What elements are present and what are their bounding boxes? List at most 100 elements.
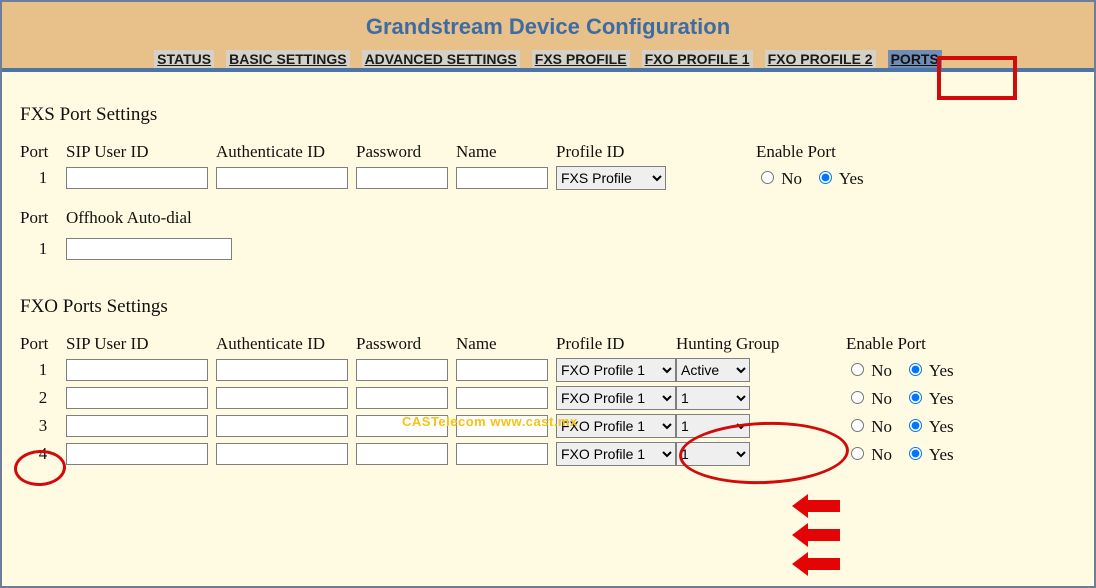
fxs-header-row: Port SIP User ID Authenticate ID Passwor…	[20, 142, 1076, 162]
fxo-enable-yes-radio[interactable]	[909, 447, 922, 460]
tab-basic[interactable]: BASIC SETTINGS	[226, 50, 349, 68]
fxo-password-input[interactable]	[356, 415, 448, 437]
fxo-port-number: 3	[20, 416, 66, 436]
fxo-row-4: 4 FXO Profile 1 1 No Yes	[20, 442, 1076, 466]
tab-fxs-profile[interactable]: FXS PROFILE	[532, 50, 630, 68]
fxo-enable-no-label: No	[871, 361, 892, 380]
fxs-offhook-row: 1	[20, 238, 1076, 260]
fxo-hunting-select[interactable]: 1	[676, 414, 750, 438]
fxo-enable-yes-radio[interactable]	[909, 391, 922, 404]
fxo-enable-no-radio[interactable]	[851, 363, 864, 376]
fxo-header-row: Port SIP User ID Authenticate ID Passwor…	[20, 334, 1076, 354]
fxo-port-number: 4	[20, 444, 66, 464]
fxo-profile-select[interactable]: FXO Profile 1	[556, 414, 676, 438]
fxo-hdr-hunting: Hunting Group	[676, 334, 846, 354]
fxo-enable-yes-label: Yes	[929, 417, 954, 436]
fxo-auth-input[interactable]	[216, 443, 348, 465]
tab-bar: STATUS BASIC SETTINGS ADVANCED SETTINGS …	[2, 50, 1094, 68]
fxs-hdr-name: Name	[456, 142, 556, 162]
fxs-name-input[interactable]	[456, 167, 548, 189]
fxo-row-1: 1 FXO Profile 1 Active No Yes	[20, 358, 1076, 382]
fxs-profile-select[interactable]: FXS Profile	[556, 166, 666, 190]
fxo-enable-yes-label: Yes	[929, 389, 954, 408]
fxs-enable-no-label: No	[781, 169, 802, 188]
fxo-profile-select[interactable]: FXO Profile 1	[556, 442, 676, 466]
fxs-section-title: FXS Port Settings	[20, 104, 1076, 126]
fxs-hdr-password: Password	[356, 142, 456, 162]
fxo-name-input[interactable]	[456, 443, 548, 465]
fxo-password-input[interactable]	[356, 359, 448, 381]
fxo-auth-input[interactable]	[216, 415, 348, 437]
fxs-row-1: 1 FXS Profile No Yes	[20, 166, 1076, 190]
tab-fxo-profile-2[interactable]: FXO PROFILE 2	[765, 50, 876, 68]
fxo-row-2: 2 FXO Profile 1 1 No Yes	[20, 386, 1076, 410]
fxo-enable-yes-radio[interactable]	[909, 419, 922, 432]
fxo-hunting-select[interactable]: Active	[676, 358, 750, 382]
tab-status[interactable]: STATUS	[154, 50, 214, 68]
fxo-hdr-enable: Enable Port	[846, 334, 1036, 354]
fxo-auth-input[interactable]	[216, 387, 348, 409]
fxs-enable-group: No Yes	[756, 168, 946, 189]
fxo-enable-no-radio[interactable]	[851, 447, 864, 460]
fxo-hdr-port: Port	[20, 334, 66, 354]
fxo-row-3: 3 FXO Profile 1 1 No Yes	[20, 414, 1076, 438]
fxs-offhook-header-row: Port Offhook Auto-dial	[20, 208, 1076, 228]
fxo-auth-input[interactable]	[216, 359, 348, 381]
fxs-hdr-auth: Authenticate ID	[216, 142, 356, 162]
fxo-sip-input[interactable]	[66, 443, 208, 465]
fxs-offhook-hdr-label: Offhook Auto-dial	[66, 208, 192, 228]
fxo-enable-no-label: No	[871, 417, 892, 436]
page-title: Grandstream Device Configuration	[2, 14, 1094, 40]
fxo-profile-select[interactable]: FXO Profile 1	[556, 386, 676, 410]
fxo-enable-no-label: No	[871, 389, 892, 408]
fxo-enable-group: No Yes	[846, 416, 1036, 437]
fxo-hdr-sip: SIP User ID	[66, 334, 216, 354]
fxs-port-number: 1	[20, 168, 66, 188]
fxs-enable-yes-label: Yes	[839, 169, 864, 188]
annotation-arrow-icon	[792, 523, 840, 547]
fxs-password-input[interactable]	[356, 167, 448, 189]
fxo-hdr-password: Password	[356, 334, 456, 354]
tab-fxo-profile-1[interactable]: FXO PROFILE 1	[642, 50, 753, 68]
fxo-enable-no-radio[interactable]	[851, 391, 864, 404]
annotation-arrow-icon	[792, 552, 840, 576]
fxs-sip-input[interactable]	[66, 167, 208, 189]
fxo-enable-no-label: No	[871, 445, 892, 464]
fxo-name-input[interactable]	[456, 387, 548, 409]
fxs-auth-input[interactable]	[216, 167, 348, 189]
fxo-password-input[interactable]	[356, 443, 448, 465]
fxo-name-input[interactable]	[456, 415, 548, 437]
tab-advanced[interactable]: ADVANCED SETTINGS	[362, 50, 520, 68]
fxo-profile-select[interactable]: FXO Profile 1	[556, 358, 676, 382]
fxo-sip-input[interactable]	[66, 387, 208, 409]
fxo-enable-yes-radio[interactable]	[909, 363, 922, 376]
fxo-password-input[interactable]	[356, 387, 448, 409]
annotation-arrow-icon	[792, 494, 840, 518]
header-bar: Grandstream Device Configuration STATUS …	[2, 2, 1094, 72]
fxs-hdr-sip: SIP User ID	[66, 142, 216, 162]
fxs-offhook-port-number: 1	[20, 239, 66, 259]
fxo-enable-no-radio[interactable]	[851, 419, 864, 432]
fxs-enable-yes-radio[interactable]	[819, 171, 832, 184]
fxs-offhook-input[interactable]	[66, 238, 232, 260]
fxo-hunting-select[interactable]: 1	[676, 386, 750, 410]
fxo-sip-input[interactable]	[66, 359, 208, 381]
fxo-hdr-name: Name	[456, 334, 556, 354]
fxo-enable-group: No Yes	[846, 388, 1036, 409]
fxo-hunting-select[interactable]: 1	[676, 442, 750, 466]
fxs-offhook-hdr-port: Port	[20, 208, 66, 228]
fxo-enable-group: No Yes	[846, 360, 1036, 381]
fxo-name-input[interactable]	[456, 359, 548, 381]
fxs-hdr-profile: Profile ID	[556, 142, 756, 162]
tab-ports[interactable]: PORTS	[888, 50, 942, 68]
fxo-enable-yes-label: Yes	[929, 445, 954, 464]
fxo-port-number: 1	[20, 360, 66, 380]
fxs-hdr-port: Port	[20, 142, 66, 162]
fxs-hdr-enable: Enable Port	[756, 142, 946, 162]
fxo-port-number: 2	[20, 388, 66, 408]
fxo-section-title: FXO Ports Settings	[20, 296, 1076, 318]
fxo-enable-group: No Yes	[846, 444, 1036, 465]
fxs-enable-no-radio[interactable]	[761, 171, 774, 184]
fxo-sip-input[interactable]	[66, 415, 208, 437]
fxo-hdr-profile: Profile ID	[556, 334, 676, 354]
